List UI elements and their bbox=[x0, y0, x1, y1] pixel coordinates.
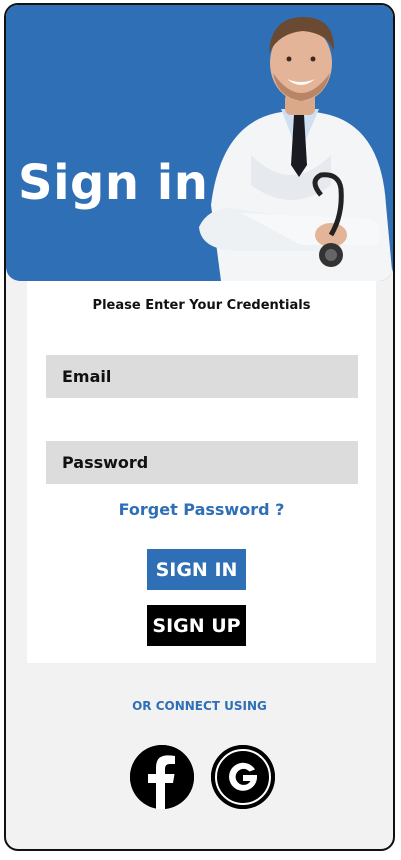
hero-banner: Sign in bbox=[6, 5, 393, 281]
connect-using-label: OR CONNECT USING bbox=[132, 699, 267, 713]
page-title: Sign in bbox=[18, 155, 209, 211]
facebook-icon bbox=[130, 745, 194, 809]
google-icon bbox=[211, 745, 275, 809]
doctor-image bbox=[199, 17, 393, 281]
facebook-button[interactable] bbox=[130, 745, 194, 809]
email-field[interactable] bbox=[46, 355, 358, 398]
sign-up-button[interactable]: SIGN UP bbox=[147, 605, 246, 646]
sign-in-button[interactable]: SIGN IN bbox=[147, 549, 246, 590]
forgot-password-link[interactable]: Forget Password ? bbox=[27, 500, 376, 519]
phone-frame: Sign in Please Enter Your Credentials Em… bbox=[4, 3, 395, 851]
google-button[interactable] bbox=[211, 745, 275, 809]
credentials-subtitle: Please Enter Your Credentials bbox=[92, 298, 311, 313]
login-card: Please Enter Your Credentials Forget Pas… bbox=[27, 281, 376, 663]
password-field[interactable] bbox=[46, 441, 358, 484]
